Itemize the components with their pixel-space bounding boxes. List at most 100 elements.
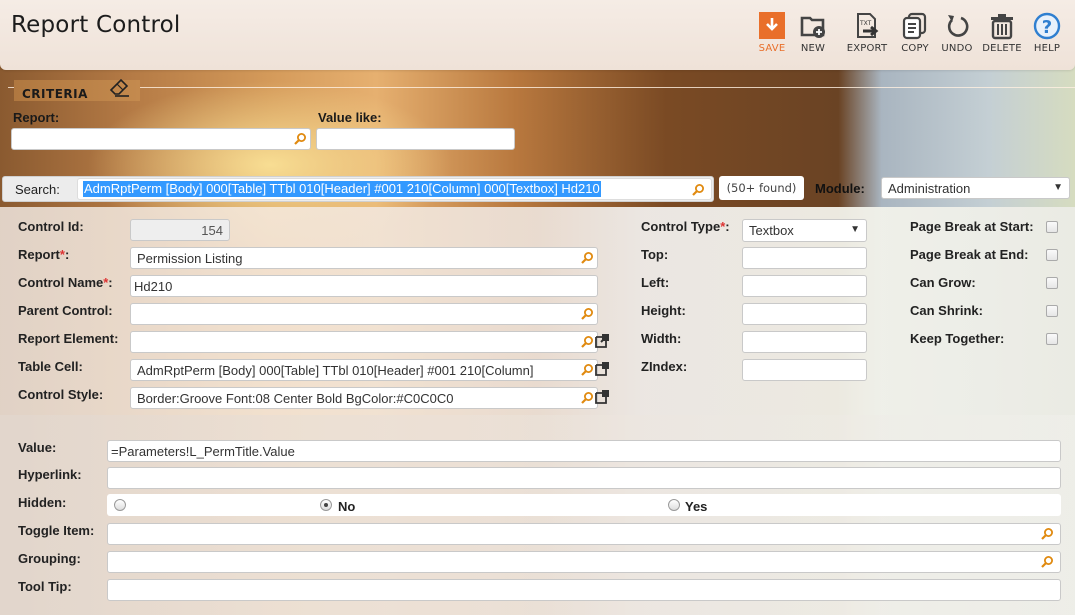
report-value: Permission Listing	[137, 251, 243, 266]
hidden-radio-no[interactable]	[320, 499, 332, 511]
height-label: Height:	[641, 303, 686, 318]
report-field[interactable]: Permission Listing	[130, 247, 598, 269]
search-icon[interactable]	[691, 183, 705, 197]
page-title: Report Control	[11, 12, 181, 38]
left-field[interactable]	[742, 275, 867, 297]
zindex-field[interactable]	[742, 359, 867, 381]
value-like-label: Value like:	[318, 110, 382, 125]
search-input[interactable]: AdmRptPerm [Body] 000[Table] TTbl 010[He…	[77, 178, 712, 200]
search-icon[interactable]	[580, 307, 594, 321]
colon: :	[725, 219, 730, 234]
control-type-label-text: Control Type	[641, 219, 721, 234]
control-type-label: Control Type*:	[641, 219, 730, 234]
search-icon[interactable]	[1040, 527, 1054, 541]
colon: :	[108, 275, 113, 290]
tool-tip-label: Tool Tip:	[18, 579, 72, 594]
parent-control-label: Parent Control:	[18, 303, 113, 318]
keep-together-checkbox[interactable]	[1046, 333, 1058, 345]
control-name-label-text: Control Name	[18, 275, 104, 290]
report-element-field[interactable]	[130, 331, 598, 353]
can-grow-checkbox[interactable]	[1046, 277, 1058, 289]
value-value: =Parameters!L_PermTitle.Value	[111, 444, 295, 459]
top-label: Top:	[641, 247, 669, 262]
control-name-field[interactable]: Hd210	[130, 275, 598, 297]
value-field[interactable]: =Parameters!L_PermTitle.Value	[107, 440, 1061, 462]
value-like-input[interactable]	[316, 128, 515, 150]
toggle-item-label: Toggle Item:	[18, 523, 95, 538]
control-name-value: Hd210	[134, 279, 173, 294]
module-value: Administration	[888, 181, 971, 196]
left-label: Left:	[641, 275, 670, 290]
search-label: Search:	[15, 182, 60, 197]
search-icon[interactable]	[580, 251, 594, 265]
height-field[interactable]	[742, 303, 867, 325]
header-bar: Report Control SAVE NEW TXT EXPORT COPY …	[0, 0, 1075, 70]
svg-text:TXT: TXT	[859, 20, 872, 27]
hidden-radio-yes[interactable]	[668, 499, 680, 511]
control-id-label: Control Id:	[18, 219, 84, 234]
colon: :	[64, 247, 70, 262]
export-button[interactable]: TXT EXPORT	[843, 12, 891, 54]
zindex-label: ZIndex:	[641, 359, 688, 374]
control-id-field: 154	[130, 219, 230, 241]
search-icon[interactable]	[580, 363, 594, 377]
new-folder-icon	[800, 16, 825, 38]
module-label: Module:	[815, 181, 865, 196]
page-break-end-checkbox[interactable]	[1046, 249, 1058, 261]
criteria-report-input[interactable]	[11, 128, 311, 150]
undo-label: UNDO	[941, 43, 973, 54]
value-label: Value:	[18, 440, 57, 455]
help-button[interactable]: ? HELP	[1027, 12, 1067, 54]
criteria-report-label: Report:	[13, 110, 60, 125]
module-select[interactable]: Administration ▼	[881, 177, 1070, 199]
grouping-field[interactable]	[107, 551, 1061, 573]
top-field[interactable]	[742, 247, 867, 269]
criteria-divider	[8, 87, 1075, 88]
search-value: AdmRptPerm [Body] 000[Table] TTbl 010[He…	[83, 181, 601, 197]
tool-tip-field[interactable]	[107, 579, 1061, 601]
grouping-label: Grouping:	[18, 551, 81, 566]
page-break-start-checkbox[interactable]	[1046, 221, 1058, 233]
parent-control-field[interactable]	[130, 303, 598, 325]
control-style-value: Border:Groove Font:08 Center Bold BgColo…	[137, 391, 454, 406]
search-icon[interactable]	[293, 132, 307, 146]
control-name-label: Control Name*:	[18, 275, 113, 290]
open-external-icon[interactable]	[595, 362, 609, 376]
export-label: EXPORT	[846, 43, 888, 54]
width-label: Width:	[641, 331, 682, 346]
table-cell-label: Table Cell:	[18, 359, 83, 374]
control-type-value: Textbox	[749, 223, 794, 238]
toggle-item-field[interactable]	[107, 523, 1061, 545]
open-external-icon[interactable]	[595, 334, 609, 348]
toolbar: SAVE NEW TXT EXPORT COPY UNDO DELETE ? H…	[755, 12, 1067, 54]
control-type-select[interactable]: Textbox ▼	[742, 219, 867, 242]
trash-icon	[991, 14, 1013, 40]
table-cell-value: AdmRptPerm [Body] 000[Table] TTbl 010[He…	[137, 363, 534, 378]
save-label: SAVE	[758, 43, 786, 54]
copy-label: COPY	[901, 43, 929, 54]
table-cell-field[interactable]: AdmRptPerm [Body] 000[Table] TTbl 010[He…	[130, 359, 598, 381]
hyperlink-field[interactable]	[107, 467, 1061, 489]
control-style-field[interactable]: Border:Groove Font:08 Center Bold BgColo…	[130, 387, 598, 409]
open-external-icon[interactable]	[595, 390, 609, 404]
results-count: (50+ found)	[719, 176, 804, 200]
delete-button[interactable]: DELETE	[979, 12, 1025, 54]
save-button[interactable]: SAVE	[755, 12, 789, 54]
criteria-title: CRITERIA	[22, 87, 88, 101]
hidden-yes-label: Yes	[685, 499, 708, 514]
search-icon[interactable]	[580, 335, 594, 349]
search-icon[interactable]	[580, 391, 594, 405]
eraser-icon[interactable]	[108, 76, 132, 101]
undo-button[interactable]: UNDO	[937, 12, 977, 54]
can-shrink-checkbox[interactable]	[1046, 305, 1058, 317]
width-field[interactable]	[742, 331, 867, 353]
help-label: HELP	[1033, 43, 1061, 54]
hidden-radio-blank[interactable]	[114, 499, 126, 511]
copy-button[interactable]: COPY	[895, 12, 935, 54]
chevron-down-icon: ▼	[1053, 182, 1063, 193]
search-icon[interactable]	[1040, 555, 1054, 569]
page-break-start-label: Page Break at Start:	[910, 219, 1034, 234]
new-button[interactable]: NEW	[793, 12, 833, 54]
hidden-radio-group: No Yes	[107, 494, 1061, 516]
hyperlink-label: Hyperlink:	[18, 467, 82, 482]
